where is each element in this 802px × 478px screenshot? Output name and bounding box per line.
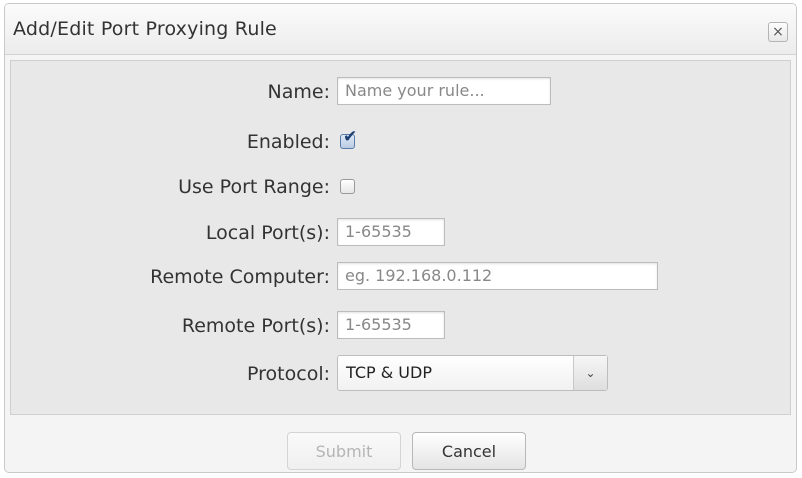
local-ports-label: Local Port(s): <box>205 222 330 244</box>
use-port-range-row: Use Port Range: <box>11 172 790 202</box>
dialog-titlebar: Add/Edit Port Proxying Rule × <box>5 4 796 55</box>
enabled-row: Enabled: ✔ <box>11 127 790 157</box>
protocol-selected-value: TCP & UDP <box>346 363 432 382</box>
remote-ports-row: Remote Port(s): 1-65535 <box>11 311 790 341</box>
remote-computer-label: Remote Computer: <box>150 266 330 288</box>
protocol-label: Protocol: <box>247 363 330 385</box>
enabled-checkbox[interactable]: ✔ <box>340 129 357 149</box>
use-port-range-checkbox[interactable] <box>340 179 355 194</box>
chevron-down-icon[interactable]: ⌄ <box>573 356 607 390</box>
dialog-title: Add/Edit Port Proxying Rule <box>13 18 277 40</box>
remote-ports-input[interactable]: 1-65535 <box>337 311 445 339</box>
local-ports-input[interactable]: 1-65535 <box>337 218 445 246</box>
submit-button[interactable]: Submit <box>287 432 401 470</box>
protocol-row: Protocol: TCP & UDP ⌄ <box>11 355 790 391</box>
name-row: Name: Name your rule... <box>11 77 790 107</box>
enabled-label: Enabled: <box>246 131 330 153</box>
remote-computer-input[interactable]: eg. 192.168.0.112 <box>337 262 658 290</box>
close-button[interactable]: × <box>768 22 788 42</box>
protocol-select[interactable]: TCP & UDP ⌄ <box>337 355 608 391</box>
close-icon: × <box>772 24 784 40</box>
port-proxying-dialog: Add/Edit Port Proxying Rule × Name: Name… <box>4 3 797 473</box>
name-input[interactable]: Name your rule... <box>337 77 551 105</box>
form-panel: Name: Name your rule... Enabled: ✔ Use P… <box>10 60 791 415</box>
remote-computer-row: Remote Computer: eg. 192.168.0.112 <box>11 262 790 292</box>
checkmark-icon: ✔ <box>343 127 358 147</box>
remote-ports-label: Remote Port(s): <box>181 315 330 337</box>
dialog-footer: Submit Cancel <box>5 416 796 472</box>
cancel-button[interactable]: Cancel <box>412 432 526 470</box>
name-label: Name: <box>267 81 330 103</box>
local-ports-row: Local Port(s): 1-65535 <box>11 218 790 248</box>
use-port-range-label: Use Port Range: <box>178 176 330 198</box>
